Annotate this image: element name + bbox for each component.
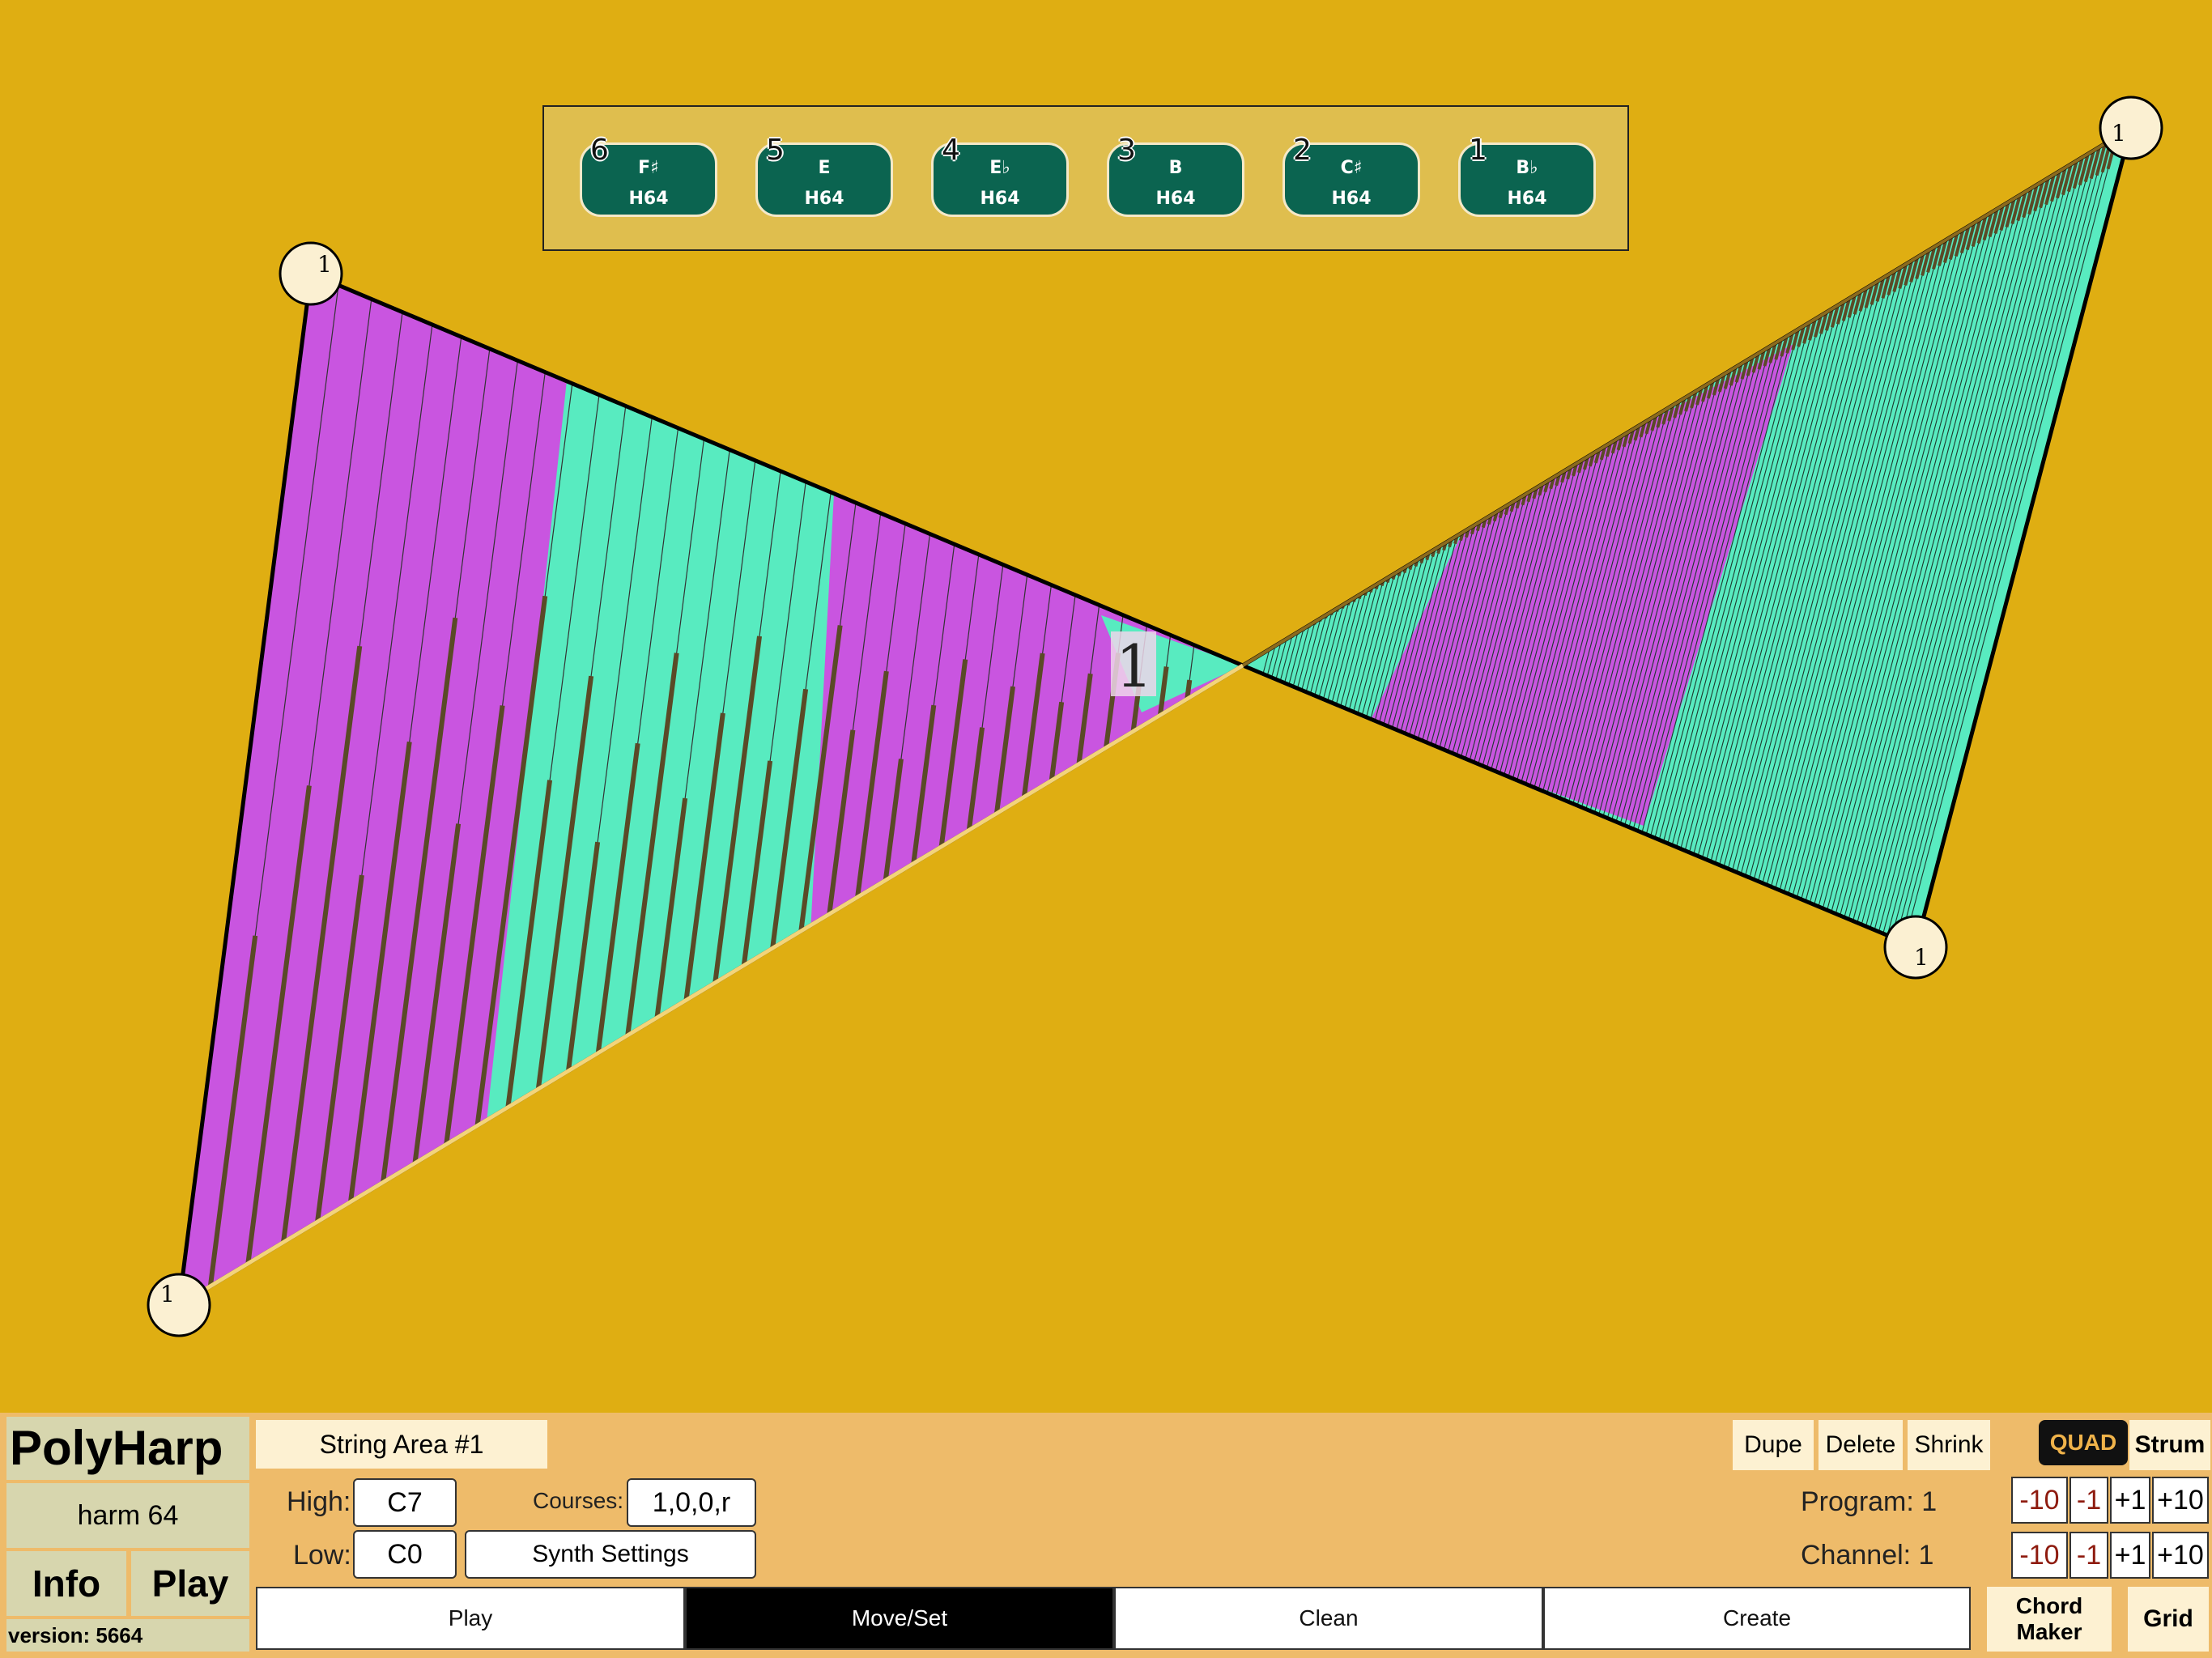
string-area-name[interactable]: String Area #1 [256, 1420, 547, 1469]
chord-name: E [818, 158, 831, 178]
program-minus-10-button[interactable]: -10 [2011, 1477, 2068, 1524]
chord-button-6[interactable]: 6 F♯ H64 [580, 134, 717, 217]
app-title: PolyHarp [6, 1417, 249, 1480]
svg-text:1: 1 [1914, 944, 1929, 971]
courses-field[interactable]: 1,0,0,r [627, 1478, 756, 1527]
mode-tab-move-set[interactable]: Move/Set [685, 1587, 1114, 1650]
strum-toggle[interactable]: Strum [2129, 1420, 2210, 1470]
info-button[interactable]: Info [6, 1551, 126, 1616]
area-center-label: 1 [1111, 631, 1156, 700]
chord-type: H64 [980, 189, 1020, 209]
program-plus-1-button[interactable]: +1 [2110, 1477, 2150, 1524]
chord-type: H64 [1331, 189, 1372, 209]
chord-type: H64 [804, 189, 844, 209]
corner-handle-top-right[interactable]: 1 [2099, 96, 2163, 160]
channel-minus-10-button[interactable]: -10 [2011, 1532, 2068, 1579]
corner-handle-bottom-right[interactable]: 1 [1883, 915, 1948, 980]
chord-type: H64 [1155, 189, 1196, 209]
chord-name: E♭ [989, 158, 1010, 178]
delete-button[interactable]: Delete [1819, 1420, 1903, 1470]
channel-plus-10-button[interactable]: +10 [2152, 1532, 2209, 1579]
chord-button-3[interactable]: 3 B H64 [1107, 134, 1244, 217]
channel-label: Channel: 1 [1801, 1540, 1934, 1571]
chord-name: B [1168, 158, 1183, 178]
chord-type: H64 [628, 189, 669, 209]
courses-label: Courses: [533, 1488, 624, 1513]
chord-name: C♯ [1340, 158, 1363, 178]
dupe-button[interactable]: Dupe [1733, 1420, 1814, 1470]
chord-button-4[interactable]: 4 E♭ H64 [931, 134, 1069, 217]
grid-button[interactable]: Grid [2128, 1587, 2209, 1652]
play-button[interactable]: Play [131, 1551, 249, 1616]
version-label: version: 5664 [6, 1619, 249, 1652]
shrink-button[interactable]: Shrink [1908, 1420, 1990, 1470]
chord-name: F♯ [638, 158, 659, 178]
low-label: Low: [293, 1540, 351, 1571]
high-label: High: [287, 1486, 351, 1517]
left-string-area[interactable] [179, 274, 1243, 1305]
chord-type: H64 [1507, 189, 1547, 209]
chord-name: B♭ [1516, 158, 1538, 178]
chord-bar: 6 F♯ H64 5 E H64 4 E♭ H64 3 B H64 2 C♯ H… [542, 105, 1629, 251]
program-minus-1-button[interactable]: -1 [2069, 1477, 2108, 1524]
corner-handle-bottom-left[interactable]: 1 [147, 1273, 211, 1337]
svg-text:1: 1 [317, 251, 332, 278]
chord-button-2[interactable]: 2 C♯ H64 [1283, 134, 1420, 217]
synth-settings-button[interactable]: Synth Settings [465, 1530, 756, 1579]
svg-text:1: 1 [2112, 120, 2126, 147]
mode-tab-clean[interactable]: Clean [1114, 1587, 1543, 1650]
svg-text:1: 1 [160, 1281, 175, 1307]
low-note-field[interactable]: C0 [353, 1530, 457, 1579]
mode-tab-play[interactable]: Play [256, 1587, 685, 1650]
chord-maker-button[interactable]: Chord Maker [1987, 1587, 2112, 1652]
preset-name[interactable]: harm 64 [6, 1483, 249, 1548]
channel-plus-1-button[interactable]: +1 [2110, 1532, 2150, 1579]
chord-button-5[interactable]: 5 E H64 [755, 134, 893, 217]
channel-minus-1-button[interactable]: -1 [2069, 1532, 2108, 1579]
high-note-field[interactable]: C7 [353, 1478, 457, 1527]
program-label: Program: 1 [1801, 1486, 1938, 1517]
corner-handle-top-left[interactable]: 1 [279, 241, 343, 306]
chord-button-1[interactable]: 1 B♭ H64 [1458, 134, 1596, 217]
program-plus-10-button[interactable]: +10 [2152, 1477, 2209, 1524]
mode-tab-create[interactable]: Create [1543, 1587, 1971, 1650]
quad-toggle[interactable]: QUAD [2039, 1420, 2128, 1465]
svg-text:1: 1 [1116, 632, 1153, 700]
